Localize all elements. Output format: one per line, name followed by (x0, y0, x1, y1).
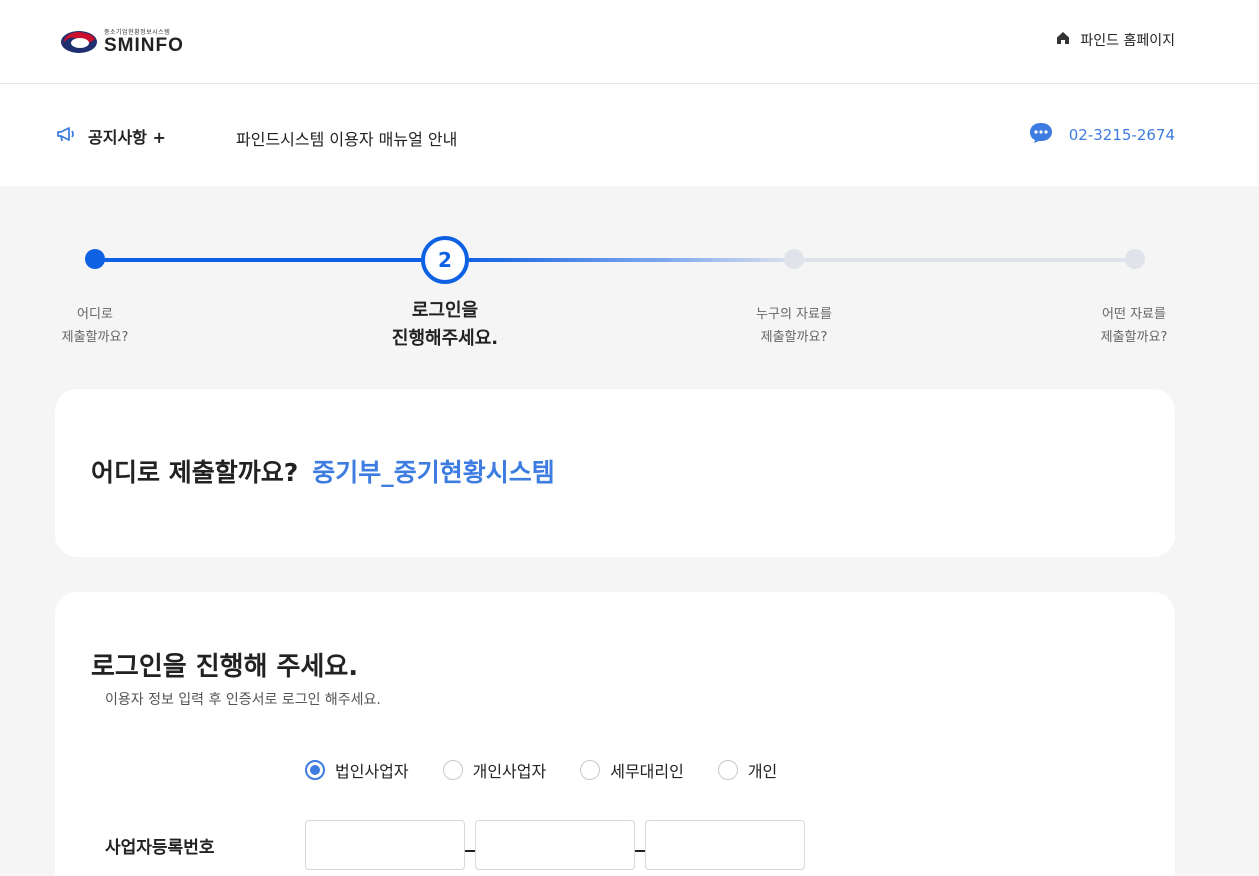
radio-individual-business[interactable]: 개인사업자 (442, 758, 546, 782)
home-icon (1056, 31, 1080, 49)
step-2-label: 로그인을 진행해주세요. (391, 300, 499, 349)
sminfo-logo[interactable]: 중소기업현황정보시스템 SMINFO (60, 28, 220, 56)
notice-item-link[interactable]: 파인드시스템 이용자 매뉴얼 안내 (236, 126, 457, 150)
step-4-label: 어떤 자료를 제출할까요? (1100, 307, 1168, 345)
logo-emblem-icon (60, 30, 98, 54)
step-3-dot (784, 249, 804, 269)
login-subtitle: 이용자 정보 입력 후 인증서로 로그인 해주세요. (105, 692, 381, 708)
dash-separator (465, 850, 475, 852)
step-2-current-indicator: 2 (421, 236, 469, 284)
step-3-label: 누구의 자료를 제출할까요? (756, 307, 832, 345)
notice-bar: 공지사항 + 파인드시스템 이용자 매뉴얼 안내 02-3215-2674 (0, 84, 1259, 186)
dash-separator (635, 850, 645, 852)
destination-card: 어디로 제출할까요? 중기부_중기현황시스템 (55, 389, 1175, 557)
biz-number-part-1[interactable] (305, 820, 465, 870)
user-type-radio-group: 법인사업자 개인사업자 세무대리인 개인 (305, 758, 811, 782)
radio-unchecked-icon[interactable] (717, 760, 738, 780)
biz-number-inputs (305, 820, 805, 870)
radio-checked-icon[interactable] (305, 760, 325, 780)
radio-unchecked-icon[interactable] (442, 760, 463, 780)
biz-number-part-2[interactable] (475, 820, 635, 870)
destination-answer: 중기부_중기현황시스템 (312, 458, 555, 487)
chat-bubble-icon (1029, 122, 1069, 148)
biz-number-label: 사업자등록번호 (105, 838, 215, 858)
stepper-track-pending (794, 258, 1136, 262)
step-1-label: 어디로 제출할까요? (61, 307, 129, 345)
radio-tax-agent[interactable]: 세무대리인 (580, 758, 684, 782)
home-link-label: 파인드 홈페이지 (1080, 33, 1175, 49)
contact-phone: 02-3215-2674 (1029, 122, 1175, 148)
megaphone-icon (56, 125, 78, 147)
radio-unchecked-icon[interactable] (580, 760, 601, 780)
login-card: 로그인을 진행해 주세요. 이용자 정보 입력 후 인증서로 로그인 해주세요.… (55, 592, 1175, 876)
stepper-track-gradient (466, 258, 796, 262)
progress-stepper: 2 어디로 제출할까요? 로그인을 진행해주세요. 누구의 자료를 제출할까요?… (0, 186, 1259, 386)
notice-title-link[interactable]: 공지사항 + (88, 124, 166, 148)
stepper-track-done (95, 258, 425, 262)
step-4-dot (1125, 249, 1145, 269)
radio-corporate-business[interactable]: 법인사업자 (305, 758, 409, 782)
biz-number-part-3[interactable] (645, 820, 805, 870)
destination-question: 어디로 제출할까요? 중기부_중기현황시스템 (91, 458, 555, 487)
login-title: 로그인을 진행해 주세요. (91, 652, 359, 682)
step-1-dot (85, 249, 105, 269)
find-homepage-link[interactable]: 파인드 홈페이지 (1056, 30, 1175, 50)
radio-individual[interactable]: 개인 (717, 758, 777, 782)
logo-title: SMINFO (104, 35, 184, 56)
top-header: 중소기업현황정보시스템 SMINFO 파인드 홈페이지 (0, 0, 1259, 84)
phone-number: 02-3215-2674 (1068, 126, 1175, 144)
